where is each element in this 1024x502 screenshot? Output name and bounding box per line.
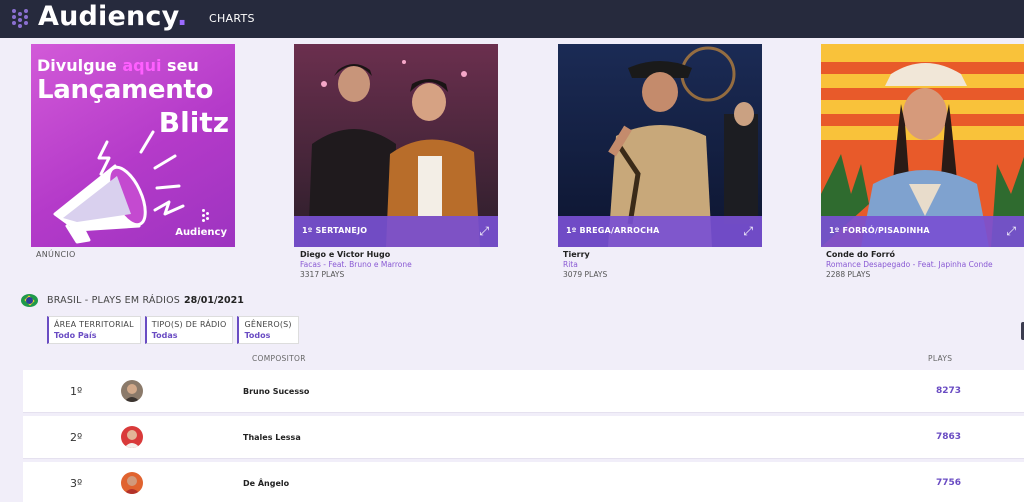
megaphone-icon: [53, 130, 185, 244]
column-header-plays[interactable]: PLAYS: [928, 354, 952, 363]
breadcrumb: BRASIL - PLAYS EM RÁDIOS 28/01/2021: [21, 293, 244, 307]
row-plays: 7863: [936, 432, 962, 442]
expand-icon[interactable]: ⤢: [1006, 224, 1016, 239]
filter-value: Todo País: [54, 331, 97, 340]
breadcrumb-date: 28/01/2021: [184, 294, 244, 306]
card-plays: 2288 PLAYS: [826, 270, 871, 279]
ad-brand: Audiency: [175, 227, 227, 238]
genre-band: 1º SERTANEJO ⤢: [294, 216, 498, 247]
ad-caption: ANÚNCIO: [36, 250, 76, 259]
top-genre-card-forro[interactable]: 1º FORRÓ/PISADINHA ⤢: [821, 44, 1024, 247]
expand-icon[interactable]: ⤢: [743, 224, 753, 239]
card-song[interactable]: Romance Desapegado - Feat. Japinha Conde: [826, 260, 1024, 269]
card-song[interactable]: Facas - Feat. Bruno e Marrone: [300, 260, 520, 269]
card-plays: 3079 PLAYS: [563, 270, 608, 279]
genre-label: 1º FORRÓ/PISADINHA: [829, 226, 930, 235]
row-plays: 7756: [936, 478, 962, 488]
avatar: [121, 472, 143, 494]
genre-label: 1º BREGA/ARROCHA: [566, 226, 660, 235]
row-rank: 3º: [70, 477, 83, 490]
row-composer[interactable]: De Ângelo: [243, 479, 289, 488]
card-info: Diego e Victor Hugo Facas - Feat. Bruno …: [300, 250, 520, 279]
filter-label: ÁREA TERRITORIAL: [54, 320, 134, 329]
genre-label: 1º SERTANEJO: [302, 226, 368, 235]
ad-headline-line1: Divulgue aqui seu: [37, 56, 199, 75]
expand-icon[interactable]: ⤢: [479, 224, 489, 239]
filter-value: Todos: [244, 331, 271, 340]
top-genre-card-brega[interactable]: 1º BREGA/ARROCHA ⤢: [558, 44, 762, 247]
avatar: [121, 426, 143, 448]
card-info: Tierry Rita 3079 PLAYS: [563, 250, 783, 279]
card-artist[interactable]: Conde do Forró: [826, 250, 1024, 259]
genre-band: 1º FORRÓ/PISADINHA ⤢: [821, 216, 1024, 247]
filter-label: GÊNERO(S): [244, 320, 292, 329]
row-composer[interactable]: Bruno Sucesso: [243, 387, 309, 396]
filter-value: Todas: [151, 331, 178, 340]
filter-radio-type[interactable]: TIPO(S) DE RÁDIO Todas: [144, 316, 234, 344]
ad-banner[interactable]: Divulgue aqui seu Lançamento Blitz Audie…: [31, 44, 235, 247]
avatar: [121, 380, 143, 402]
audiency-logo-icon[interactable]: [8, 7, 32, 31]
filter-label: TIPO(S) DE RÁDIO: [151, 320, 227, 329]
brazil-flag-icon: [21, 293, 38, 307]
nav-charts-link[interactable]: CHARTS: [209, 12, 255, 25]
filter-bar: ÁREA TERRITORIAL Todo País TIPO(S) DE RÁ…: [47, 316, 299, 344]
breadcrumb-text: BRASIL - PLAYS EM RÁDIOS: [47, 294, 181, 306]
row-rank: 2º: [70, 431, 83, 444]
top-navigation-bar: Audiency. CHARTS: [0, 0, 1024, 38]
table-row[interactable]: 2º Thales Lessa 7863: [23, 416, 1024, 459]
card-artist[interactable]: Diego e Victor Hugo: [300, 250, 520, 259]
row-rank: 1º: [70, 385, 83, 398]
card-plays: 3317 PLAYS: [300, 270, 345, 279]
row-plays: 8273: [936, 386, 962, 396]
genre-band: 1º BREGA/ARROCHA ⤢: [558, 216, 762, 247]
card-song[interactable]: Rita: [563, 260, 783, 269]
column-header-compositor[interactable]: COMPOSITOR: [252, 354, 306, 363]
filter-genre[interactable]: GÊNERO(S) Todos: [237, 316, 299, 344]
top-genre-card-sertanejo[interactable]: 1º SERTANEJO ⤢: [294, 44, 498, 247]
filter-territorial-area[interactable]: ÁREA TERRITORIAL Todo País: [47, 316, 141, 344]
card-artist[interactable]: Tierry: [563, 250, 783, 259]
audiency-logo[interactable]: Audiency.: [38, 1, 187, 32]
row-composer[interactable]: Thales Lessa: [243, 433, 301, 442]
table-row[interactable]: 1º Bruno Sucesso 8273: [23, 370, 1024, 413]
ad-headline-line2: Lançamento: [37, 75, 214, 105]
audiency-mark-icon: [200, 209, 210, 225]
table-row[interactable]: 3º De Ângelo 7756: [23, 462, 1024, 502]
card-info: Conde do Forró Romance Desapegado - Feat…: [826, 250, 1024, 279]
